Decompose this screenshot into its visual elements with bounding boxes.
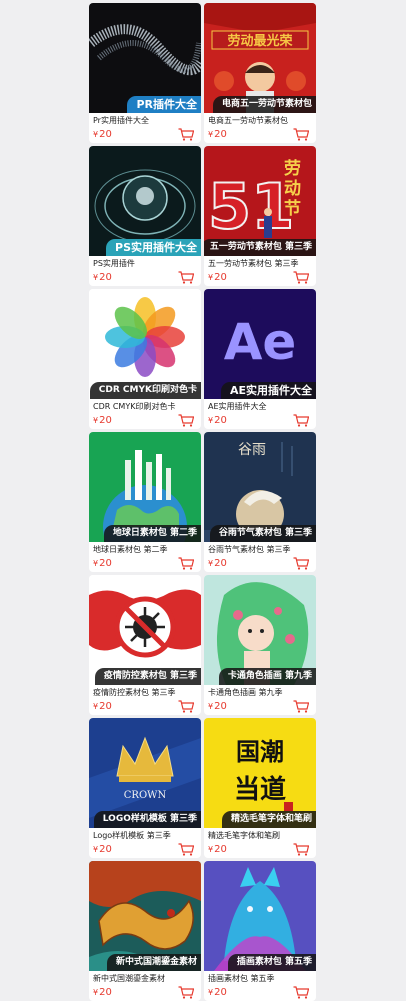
- product-badge: 精选毛笔字体和笔刷: [221, 811, 316, 828]
- cart-icon[interactable]: [178, 843, 194, 856]
- svg-text:国潮: 国潮: [236, 737, 284, 766]
- product-thumbnail: 卡通角色插画 第九季: [204, 575, 316, 685]
- product-thumbnail: Ae AE实用插件大全: [204, 289, 316, 399]
- svg-text:节: 节: [284, 198, 301, 219]
- product-title: 疫情防控素材包 第三季: [93, 688, 176, 697]
- product-title: CDR CMYK印刷对色卡: [93, 402, 176, 411]
- product-price: ¥20: [208, 701, 227, 712]
- product-price: ¥20: [208, 844, 227, 855]
- product-badge: PS实用插件大全: [106, 239, 201, 256]
- product-badge: PR插件大全: [127, 96, 201, 113]
- product-price: ¥20: [208, 129, 227, 140]
- product-card[interactable]: 国潮 当道 精选毛笔字体和笔刷 精选毛笔字体和笔刷 ¥20: [204, 718, 316, 858]
- product-title: AE实用插件大全: [208, 402, 267, 411]
- product-card[interactable]: PR插件大全 Pr实用插件大全 ¥20: [89, 3, 201, 143]
- product-thumbnail: 地球日素材包 第二季: [89, 432, 201, 542]
- product-badge: 谷雨节气素材包 第三季: [209, 525, 316, 542]
- product-thumbnail: CROWN LOGO样机模板 第三季: [89, 718, 201, 828]
- cart-icon[interactable]: [293, 128, 309, 141]
- product-title: 地球日素材包 第二季: [93, 545, 168, 554]
- product-price: ¥20: [93, 272, 112, 283]
- cart-icon[interactable]: [293, 843, 309, 856]
- product-card[interactable]: CDR CMYK印刷对色卡 CDR CMYK印刷对色卡 ¥20: [89, 289, 201, 429]
- product-badge: 卡通角色插画 第九季: [218, 668, 316, 685]
- cart-icon[interactable]: [293, 557, 309, 570]
- product-thumbnail: 劳动最光荣 电商五一劳动节素材包: [204, 3, 316, 113]
- product-price: ¥20: [93, 558, 112, 569]
- product-title: 谷雨节气素材包 第三季: [208, 545, 291, 554]
- product-price: ¥20: [93, 844, 112, 855]
- cart-icon[interactable]: [178, 128, 194, 141]
- product-title: 卡通角色插画 第九季: [208, 688, 283, 697]
- product-badge: LOGO样机模板 第三季: [93, 811, 201, 828]
- svg-text:动: 动: [284, 179, 301, 199]
- product-card[interactable]: 插画素材包 第五季 插画素材包 第五季 ¥20: [204, 861, 316, 1001]
- product-price: ¥20: [208, 415, 227, 426]
- svg-text:CROWN: CROWN: [124, 790, 167, 801]
- svg-text:51: 51: [208, 170, 294, 243]
- product-title: 插画素材包 第五季: [208, 974, 275, 983]
- product-thumbnail: PS实用插件大全: [89, 146, 201, 256]
- product-card[interactable]: PS实用插件大全 PS实用插件 ¥20: [89, 146, 201, 286]
- svg-text:Ae: Ae: [224, 313, 297, 371]
- product-grid: PR插件大全 Pr实用插件大全 ¥20 劳动最光荣 电商五一劳动节素材包 电商五…: [89, 3, 318, 1001]
- svg-text:劳: 劳: [284, 158, 301, 179]
- cart-icon[interactable]: [293, 700, 309, 713]
- cart-icon[interactable]: [178, 700, 194, 713]
- product-price: ¥20: [93, 415, 112, 426]
- cart-icon[interactable]: [178, 414, 194, 427]
- product-thumbnail: 谷雨 谷雨节气素材包 第三季: [204, 432, 316, 542]
- product-title: 精选毛笔字体和笔刷: [208, 831, 280, 840]
- product-badge: 地球日素材包 第二季: [103, 525, 201, 542]
- product-thumbnail: 51 劳 动 节 五一劳动节素材包 第三季: [204, 146, 316, 256]
- product-badge: 新中式国潮鎏金素材: [106, 954, 201, 971]
- cart-icon[interactable]: [293, 986, 309, 999]
- cart-icon[interactable]: [178, 271, 194, 284]
- product-card[interactable]: CROWN LOGO样机模板 第三季 Logo样机模板 第三季 ¥20: [89, 718, 201, 858]
- product-price: ¥20: [93, 987, 112, 998]
- svg-text:劳动最光荣: 劳动最光荣: [227, 33, 293, 49]
- cart-icon[interactable]: [178, 557, 194, 570]
- product-thumbnail: CDR CMYK印刷对色卡: [89, 289, 201, 399]
- product-card[interactable]: 劳动最光荣 电商五一劳动节素材包 电商五一劳动节素材包 ¥20: [204, 3, 316, 143]
- product-title: Logo样机模板 第三季: [93, 831, 171, 840]
- product-badge: CDR CMYK印刷对色卡: [89, 382, 201, 399]
- product-title: Pr实用插件大全: [93, 116, 149, 125]
- product-price: ¥20: [93, 701, 112, 712]
- product-card[interactable]: 疫情防控素材包 第三季 疫情防控素材包 第三季 ¥20: [89, 575, 201, 715]
- product-card[interactable]: 51 劳 动 节 五一劳动节素材包 第三季 五一劳动节素材包 第三季 ¥20: [204, 146, 316, 286]
- product-card[interactable]: 谷雨 谷雨节气素材包 第三季 谷雨节气素材包 第三季 ¥20: [204, 432, 316, 572]
- product-thumbnail: 新中式国潮鎏金素材: [89, 861, 201, 971]
- product-badge: 五一劳动节素材包 第三季: [204, 239, 316, 256]
- cart-icon[interactable]: [293, 271, 309, 284]
- product-title: PS实用插件: [93, 259, 135, 268]
- product-card[interactable]: 新中式国潮鎏金素材 新中式国潮鎏金素材 ¥20: [89, 861, 201, 1001]
- svg-text:当道: 当道: [234, 774, 286, 805]
- product-price: ¥20: [93, 129, 112, 140]
- product-thumbnail: 国潮 当道 精选毛笔字体和笔刷: [204, 718, 316, 828]
- product-card[interactable]: 地球日素材包 第二季 地球日素材包 第二季 ¥20: [89, 432, 201, 572]
- svg-text:谷雨: 谷雨: [238, 442, 266, 458]
- cart-icon[interactable]: [293, 414, 309, 427]
- product-price: ¥20: [208, 272, 227, 283]
- product-title: 电商五一劳动节素材包: [208, 116, 288, 125]
- product-thumbnail: 疫情防控素材包 第三季: [89, 575, 201, 685]
- product-price: ¥20: [208, 987, 227, 998]
- product-badge: 疫情防控素材包 第三季: [94, 668, 201, 685]
- product-title: 新中式国潮鎏金素材: [93, 974, 165, 983]
- product-title: 五一劳动节素材包 第三季: [208, 259, 299, 268]
- product-badge: 电商五一劳动节素材包: [212, 96, 316, 113]
- product-card[interactable]: Ae AE实用插件大全 AE实用插件大全 ¥20: [204, 289, 316, 429]
- product-price: ¥20: [208, 558, 227, 569]
- product-thumbnail: PR插件大全: [89, 3, 201, 113]
- product-card[interactable]: 卡通角色插画 第九季 卡通角色插画 第九季 ¥20: [204, 575, 316, 715]
- product-badge: AE实用插件大全: [220, 382, 316, 399]
- product-badge: 插画素材包 第五季: [227, 954, 316, 971]
- product-thumbnail: 插画素材包 第五季: [204, 861, 316, 971]
- cart-icon[interactable]: [178, 986, 194, 999]
